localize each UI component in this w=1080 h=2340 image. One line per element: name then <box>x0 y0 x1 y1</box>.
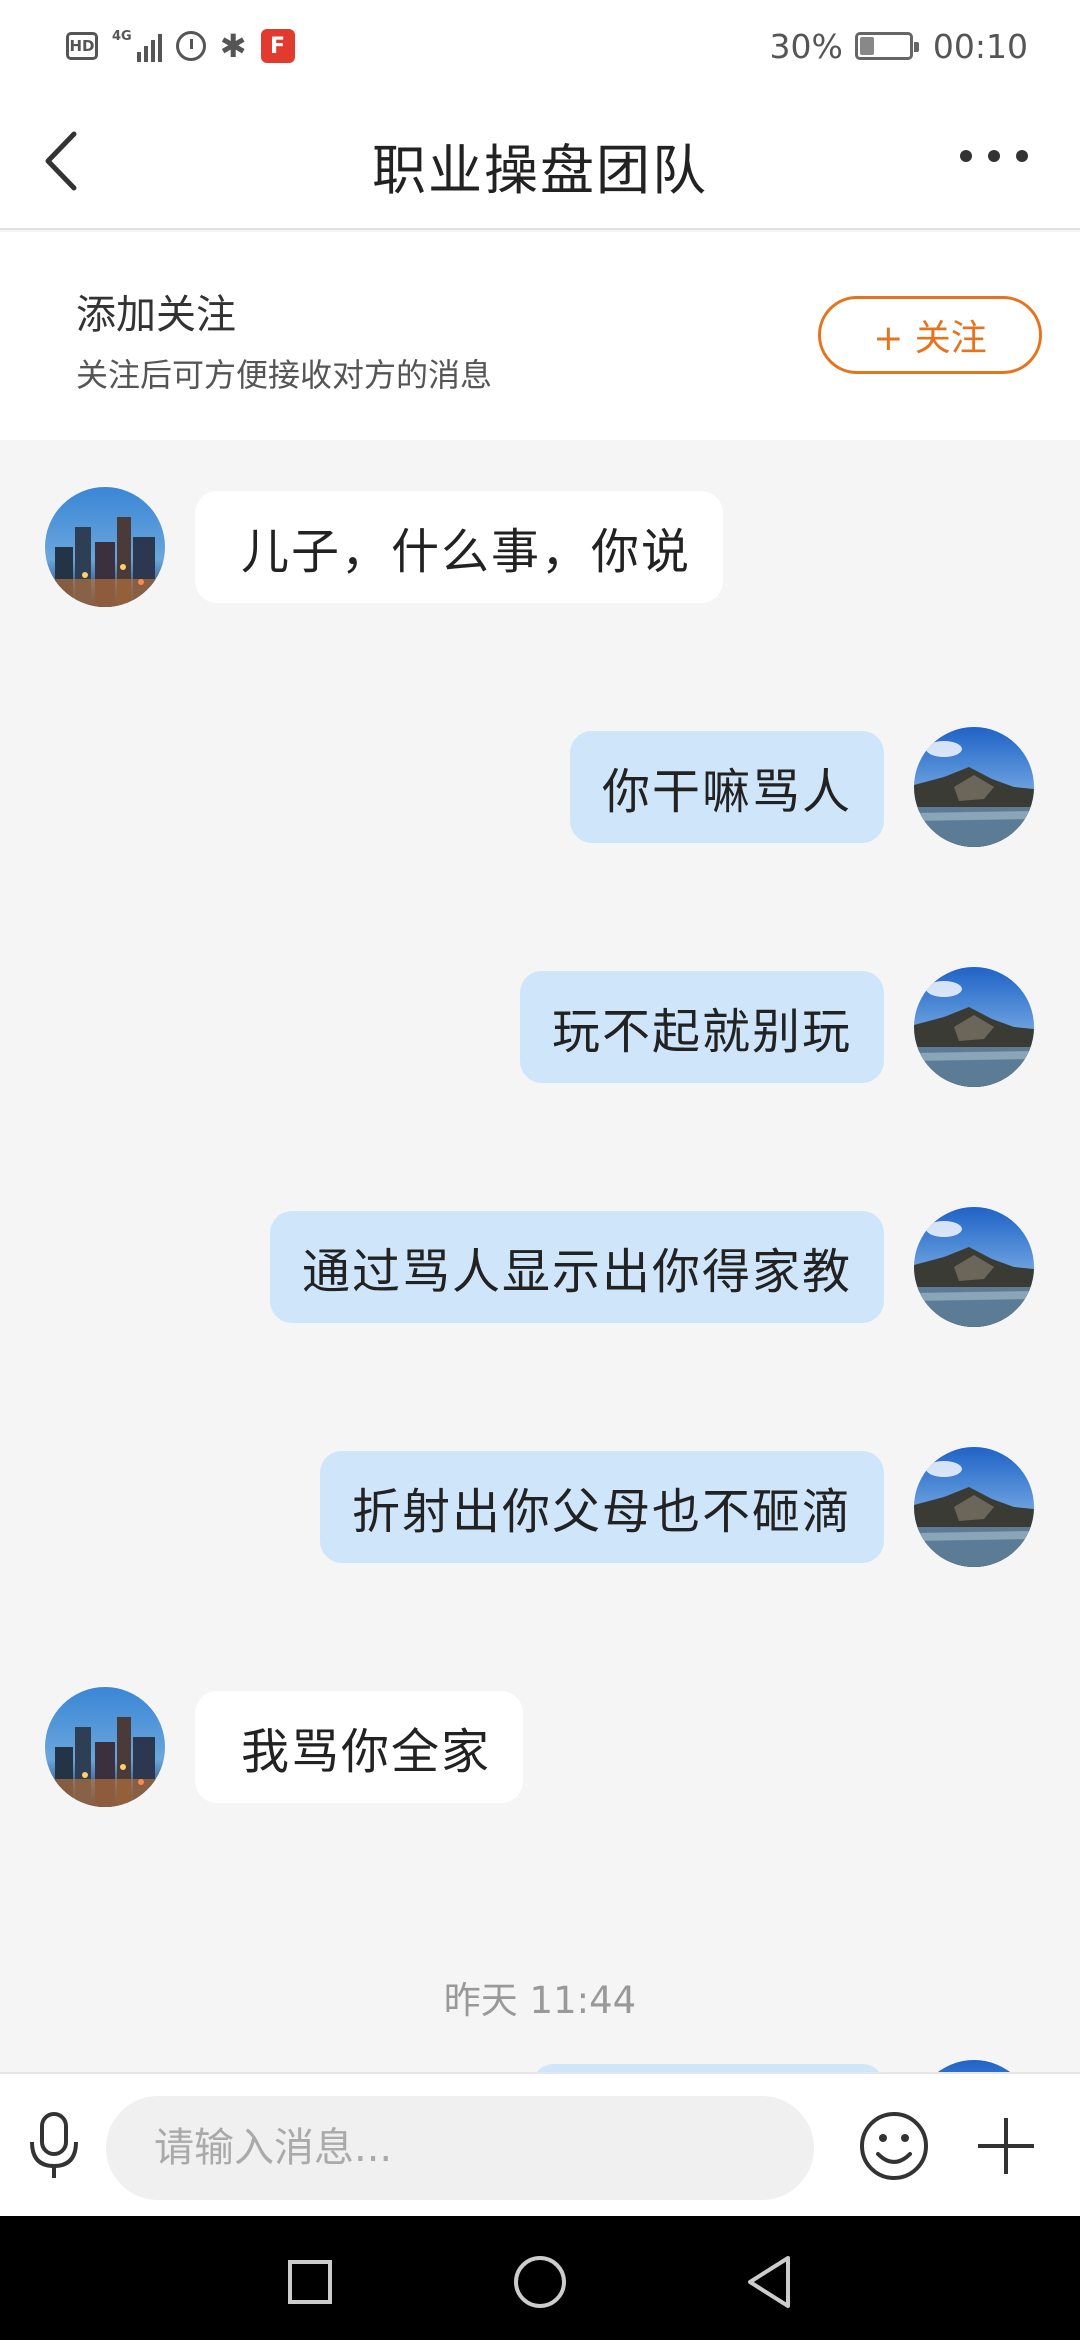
message-bubble[interactable]: 我骂你全家 <box>195 1691 524 1803</box>
system-nav-bar <box>0 2216 1080 2340</box>
page-title: 职业操盘团队 <box>372 139 708 202</box>
my-avatar[interactable] <box>914 2060 1034 2072</box>
input-bar <box>0 2072 1080 2216</box>
nav-home-icon[interactable] <box>514 2256 566 2308</box>
message-bubble-partial[interactable] <box>532 2064 884 2072</box>
battery-percent: 30% <box>769 26 843 66</box>
chat-screen: HD 4G ✱ F 30% 00:10 职业操盘团队 添加关注 关注后可方便接收… <box>0 0 1080 2340</box>
my-avatar[interactable] <box>914 1447 1034 1567</box>
plus-icon[interactable] <box>974 2114 1038 2178</box>
message-bubble[interactable]: 儿子，什么事，你说 <box>195 491 724 603</box>
clock: 00:10 <box>932 26 1028 66</box>
time-separator: 昨天 11:44 <box>443 1979 637 2022</box>
message-input[interactable] <box>106 2096 814 2200</box>
follow-banner: 添加关注 关注后可方便接收对方的消息 + 关注 <box>0 232 1080 440</box>
network-label: 4G <box>112 29 132 44</box>
contact-avatar[interactable] <box>45 1687 165 1807</box>
battery-icon <box>854 32 919 60</box>
message-bubble[interactable]: 你干嘛骂人 <box>569 731 884 843</box>
status-bar: HD 4G ✱ F 30% 00:10 <box>0 0 1080 92</box>
follow-button[interactable]: + 关注 <box>818 296 1042 374</box>
my-avatar[interactable] <box>914 967 1034 1087</box>
title-bar: 职业操盘团队 <box>0 92 1080 230</box>
microphone-icon[interactable] <box>26 2110 82 2182</box>
follow-subtitle: 关注后可方便接收对方的消息 <box>76 356 493 394</box>
app-notification-icon: F <box>260 29 295 63</box>
emoji-icon[interactable] <box>858 2110 930 2182</box>
hd-label: HD <box>69 37 95 55</box>
signal-icon: 4G <box>112 30 162 62</box>
follow-title: 添加关注 <box>76 292 236 338</box>
nav-recents-icon[interactable] <box>288 2260 332 2304</box>
message-list[interactable]: 儿子，什么事，你说 你干嘛骂人 玩不起就别玩 通过骂人显示出你得家教 折射出你父… <box>0 440 1080 2072</box>
nav-back-icon[interactable] <box>744 2254 794 2310</box>
message-bubble[interactable]: 玩不起就别玩 <box>519 971 884 1083</box>
alarm-icon <box>175 31 206 61</box>
hd-icon: HD <box>66 32 98 60</box>
my-avatar[interactable] <box>914 727 1034 847</box>
my-avatar[interactable] <box>914 1207 1034 1327</box>
contact-avatar[interactable] <box>45 487 165 607</box>
bluetooth-icon: ✱ <box>219 27 247 65</box>
message-bubble[interactable]: 折射出你父母也不砸滴 <box>319 1451 884 1563</box>
more-icon[interactable] <box>960 150 1028 162</box>
message-bubble[interactable]: 通过骂人显示出你得家教 <box>269 1211 884 1323</box>
